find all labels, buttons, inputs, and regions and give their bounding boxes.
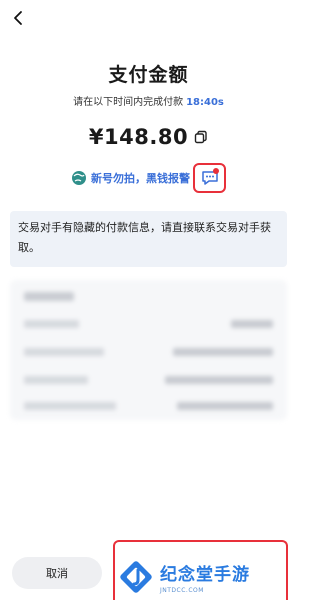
countdown-timer: 18:40s (186, 97, 224, 108)
payment-amount: ¥148.80 (88, 125, 189, 149)
site-watermark: 纪念堂手游 JNTDCC.COM (118, 553, 293, 600)
copy-icon[interactable] (194, 130, 208, 144)
unread-badge (213, 168, 219, 174)
blurred-row (24, 402, 273, 410)
page-title: 支付金额 (108, 64, 189, 86)
cancel-button[interactable]: 取消 (12, 557, 102, 589)
blurred-row (24, 320, 273, 328)
globe-icon (72, 171, 86, 185)
notice-box: 交易对手有隐藏的付款信息，请直接联系交易对手获取。 (10, 211, 287, 267)
blurred-row (24, 348, 273, 356)
watermark-subtitle: JNTDCC.COM (160, 586, 204, 594)
chat-button[interactable] (193, 163, 226, 193)
warning-row: 新号勿拍，黑钱报警 (0, 163, 297, 193)
hidden-payment-details (10, 280, 287, 420)
amount-row: ¥148.80 (0, 125, 297, 149)
payment-deadline: 请在以下时间内完成付款 18:40s (0, 93, 297, 108)
watermark-title: 纪念堂手游 (160, 564, 250, 585)
watermark-text: 纪念堂手游 JNTDCC.COM (160, 560, 250, 594)
chevron-left-icon (14, 11, 22, 25)
notice-text: 交易对手有隐藏的付款信息，请直接联系交易对手获取。 (18, 221, 271, 254)
blurred-heading (24, 292, 74, 301)
warning-text: 新号勿拍，黑钱报警 (91, 172, 190, 185)
blurred-row (24, 376, 273, 384)
deadline-label: 请在以下时间内完成付款 (73, 97, 184, 108)
back-button[interactable] (10, 10, 30, 30)
watermark-logo-icon (120, 560, 152, 593)
